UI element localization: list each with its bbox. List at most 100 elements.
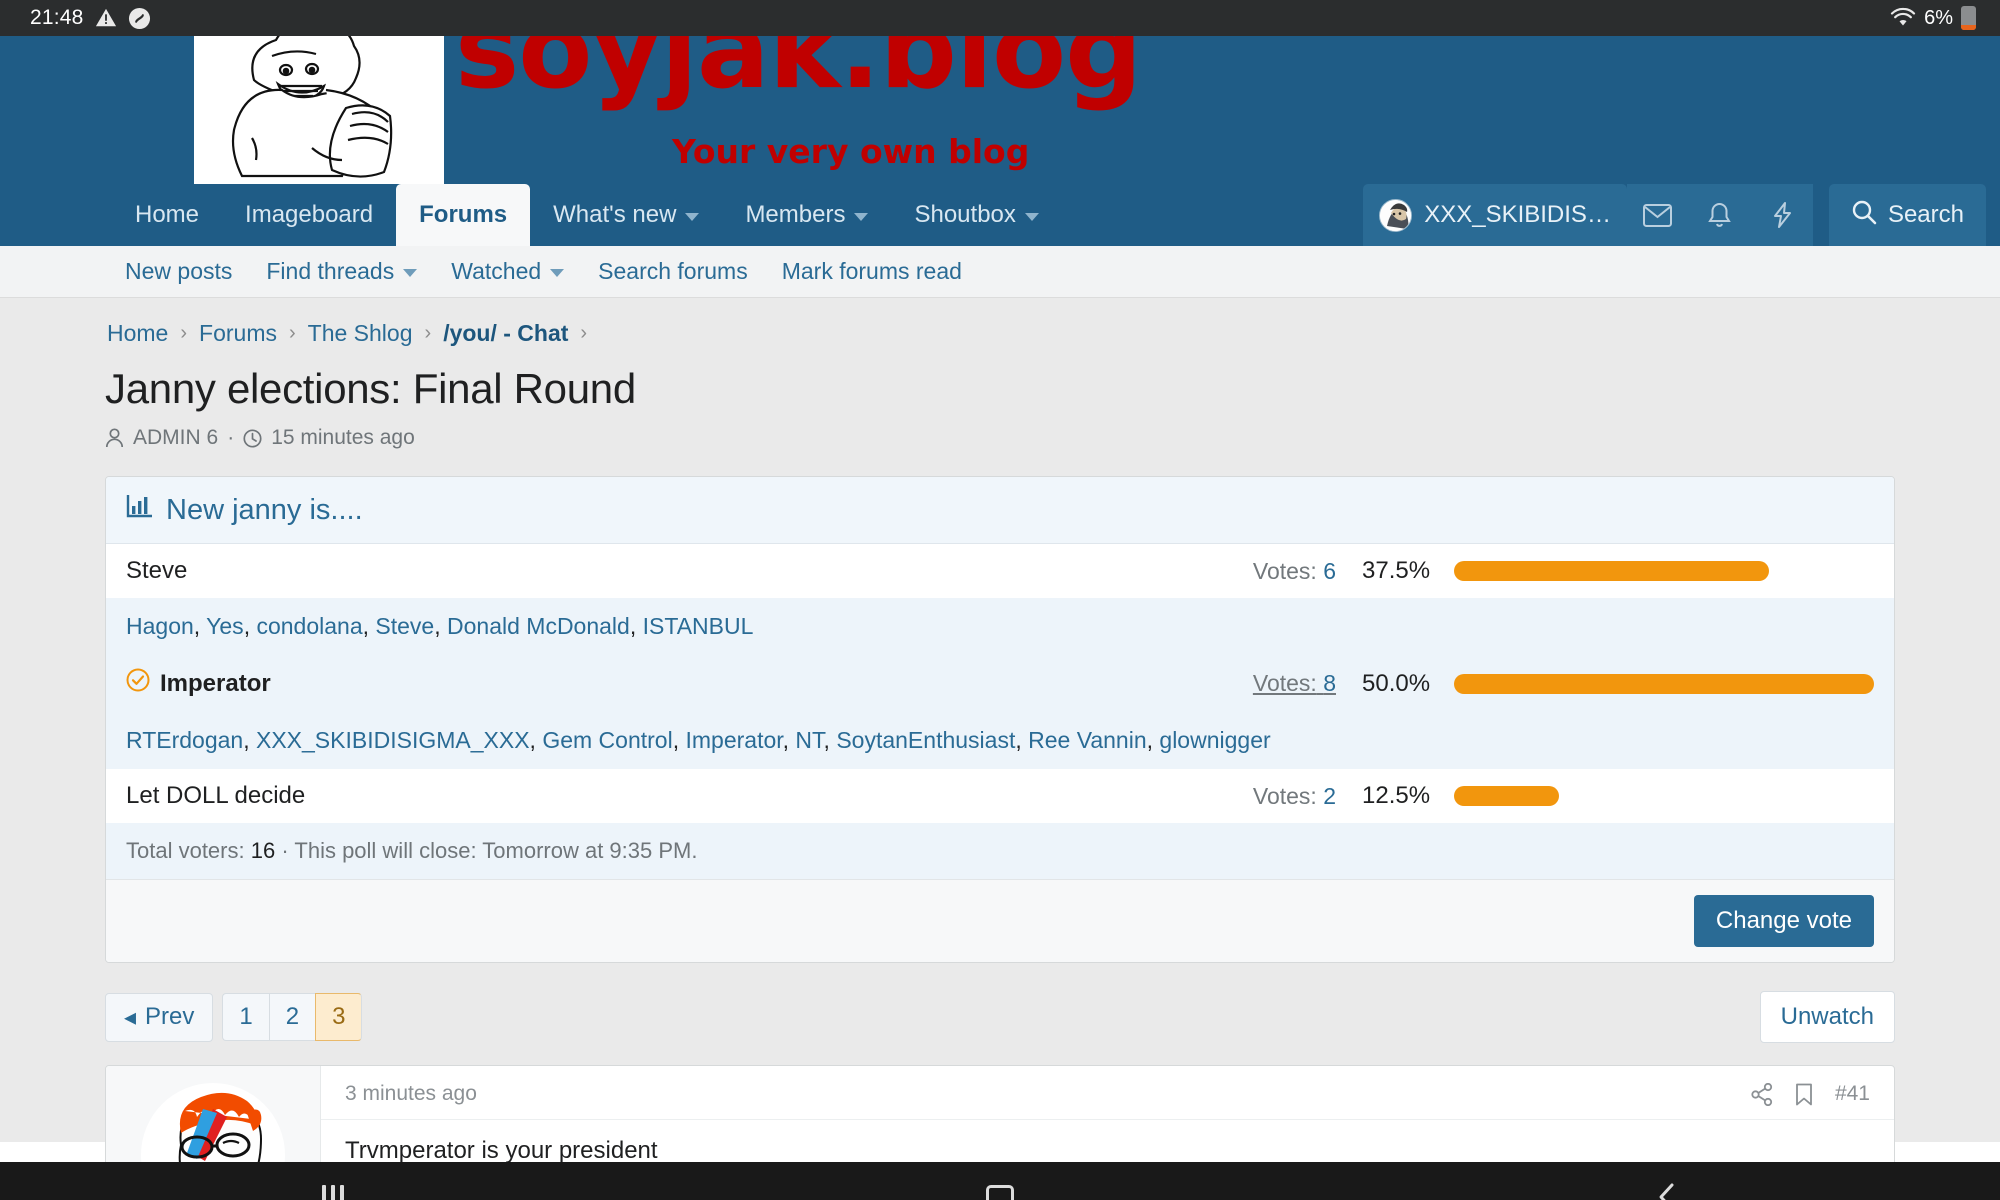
wifi-icon [1890,7,1916,29]
chevron-right-icon: › [580,322,588,344]
nav-item-imageboard[interactable]: Imageboard [222,184,396,246]
voter-link[interactable]: Gem Control [542,727,672,753]
subnav-item-label: Watched [451,258,542,284]
votes-prefix: Votes: [1252,670,1317,697]
poll-option-row[interactable]: Steve Votes: 6 37.5% [106,544,1894,598]
pagination-page-1[interactable]: 1 [222,993,269,1042]
subnav-item-watched[interactable]: Watched [434,258,581,285]
breadcrumb-item-home[interactable]: Home [107,320,168,347]
voter-link[interactable]: NT [795,727,823,753]
voter-link[interactable]: glownigger [1159,727,1270,753]
poll-option-bar-track [1454,673,1874,694]
voter-link[interactable]: Donald McDonald [447,613,630,639]
breadcrumb-item-you-chat[interactable]: /you/ - Chat [443,320,568,347]
votes-prefix: Votes: [1252,557,1317,584]
nav-item-label: Home [135,201,200,228]
nav-item-forums[interactable]: Forums [396,184,531,246]
nav-item-home[interactable]: Home [112,184,222,246]
chevron-down-icon[interactable] [685,212,700,221]
chevron-down-icon[interactable] [550,269,565,277]
unwatch-button[interactable]: Unwatch [1759,991,1895,1044]
site-logo-image[interactable] [194,36,444,184]
voter-link[interactable]: RTErdogan [126,727,243,753]
nav-item-label: Shoutbox [914,201,1016,228]
subnav-item-search-forums[interactable]: Search forums [581,258,765,285]
home-button[interactable] [900,1185,1100,1200]
bookmark-icon[interactable] [1795,1083,1813,1106]
post-author-sidebar: Gem Control [106,1066,321,1162]
thread-timestamp: 15 minutes ago [271,426,415,449]
share-icon[interactable] [1751,1082,1773,1106]
recents-icon [322,1185,345,1200]
voter-link[interactable]: ISTANBUL [643,613,754,639]
voter-link[interactable]: Steve [375,613,434,639]
alerts-button[interactable] [1688,184,1751,246]
nav-item-shoutbox[interactable]: Shoutbox [891,184,1061,246]
subnav-item-new-posts[interactable]: New posts [108,258,249,285]
back-button[interactable] [1567,1182,1767,1200]
poll-option-voter-list: Hagon, Yes, condolana, Steve, Donald McD… [126,613,754,639]
poll-option-votes[interactable]: Votes: 8 [1222,670,1362,697]
total-voters-count: 16 [250,838,276,864]
chevron-down-icon[interactable] [1024,212,1039,221]
subnav-item-mark-forums-read[interactable]: Mark forums read [765,258,979,285]
clock-icon [243,428,262,448]
poll-option-label: Steve [126,557,188,584]
voter-link[interactable]: SoytanEnthusiast [836,727,1015,753]
poll-option-label: Imperator [160,669,271,697]
poll-option-row[interactable]: Imperator Votes: 8 50.0% [106,655,1894,713]
pagination-prev-button[interactable]: ◂ Prev [105,992,214,1042]
poll-title: New janny is.... [166,493,363,526]
avatar[interactable] [141,1083,285,1162]
pagination-prev-label: Prev [145,1003,195,1031]
post-number[interactable]: #41 [1835,1082,1870,1106]
subnav-item-find-threads[interactable]: Find threads [249,258,434,285]
voter-link[interactable]: condolana [256,613,362,639]
post-timestamp[interactable]: 3 minutes ago [345,1082,477,1106]
inbox-button[interactable] [1626,184,1689,246]
user-menu-button[interactable]: XXX_SKIBIDIS… [1363,184,1627,246]
pagination-page-3[interactable]: 3 [315,993,363,1042]
nav-item-members[interactable]: Members [722,184,891,246]
poll-option-percent: 12.5% [1362,782,1431,810]
voter-link[interactable]: Imperator [685,727,782,753]
battery-icon [1961,6,1976,30]
voter-link[interactable]: Ree Vannin [1028,727,1147,753]
nav-item-label: Forums [419,201,508,228]
change-vote-button[interactable]: Change vote [1693,895,1874,948]
voter-link[interactable]: Hagon [126,613,194,639]
android-navigation-bar [0,1162,2000,1200]
thread-meta: ADMIN 6 · 15 minutes ago [105,426,1895,450]
nav-item-whats-new[interactable]: What's new [530,184,722,246]
home-icon [985,1185,1014,1200]
voter-link[interactable]: Yes [206,613,244,639]
breadcrumb-item-forums[interactable]: Forums [199,320,277,347]
warning-icon [95,7,117,29]
pagination-page-2[interactable]: 2 [268,993,316,1042]
recents-button[interactable] [233,1185,433,1200]
poll-option-row[interactable]: Let DOLL decide Votes: 2 12.5% [106,769,1894,823]
subnav-item-label: Mark forums read [781,258,962,284]
user-icon [105,428,124,448]
secondary-navigation: New posts Find threads Watched Search fo… [0,246,2000,298]
poll-option-label: Let DOLL decide [126,782,306,810]
search-button[interactable]: Search [1828,184,1986,246]
chevron-down-icon[interactable] [854,212,869,221]
poll-option-percent: 50.0% [1362,669,1431,697]
quick-action-button[interactable] [1750,184,1813,246]
thread-meta-separator: · [227,426,235,449]
post-header: 3 minutes ago #41 [321,1066,1894,1121]
subnav-item-label: Search forums [598,258,748,284]
poll-close-note: This poll will close: Tomorrow at 9:35 P… [294,838,698,864]
poll-option-bar-track [1454,561,1874,581]
voter-link[interactable]: XXX_SKIBIDISIGMA_XXX [256,727,530,753]
site-title[interactable]: soyjak.blog [455,36,1142,113]
chevron-down-icon[interactable] [403,269,418,277]
post-body: Trvmperator is your president Skibidi to… [321,1120,1894,1162]
breadcrumb: Home › Forums › The Shlog › /you/ - Chat… [105,320,1895,347]
thread-author[interactable]: ADMIN 6 [133,426,218,450]
breadcrumb-item-the-shlog[interactable]: The Shlog [308,320,413,347]
poll-option-bar-fill [1454,673,1874,694]
post-header-actions: #41 [1751,1082,1870,1106]
pagination-row: ◂ Prev 1 2 3 Unwatch [105,991,1895,1044]
